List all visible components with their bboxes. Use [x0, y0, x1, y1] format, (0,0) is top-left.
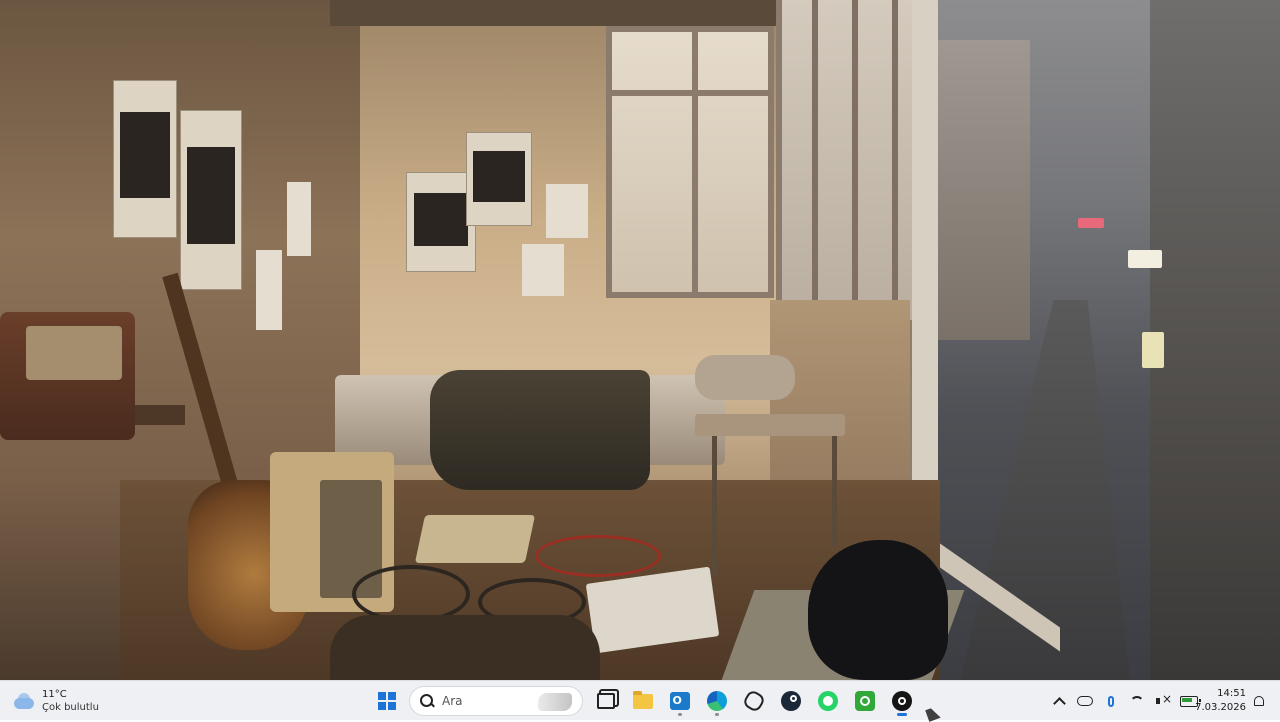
- onedrive-icon: [1077, 696, 1093, 706]
- wallpaper-table-leg: [832, 436, 837, 546]
- chatgpt-icon: [741, 688, 766, 714]
- wallpaper-note: [287, 182, 311, 256]
- weather-widget[interactable]: 11°C Çok bulutlu: [12, 685, 122, 717]
- wallpaper-building-right: [1150, 0, 1280, 680]
- microphone-icon: [1108, 695, 1114, 707]
- wallpaper-poster: [113, 80, 177, 238]
- active-indicator: [896, 713, 907, 716]
- weather-condition: Çok bulutlu: [42, 702, 99, 713]
- edge-icon: [706, 691, 727, 711]
- weather-text: 11°C Çok bulutlu: [42, 688, 99, 714]
- wallpaper-blanket: [430, 370, 650, 490]
- wallpaper-note: [546, 184, 588, 238]
- wallpaper-neon-sign: [1078, 218, 1104, 228]
- onedrive-button[interactable]: [1072, 686, 1098, 716]
- notifications-button[interactable]: [1250, 691, 1268, 711]
- wallpaper-cat: [808, 540, 948, 680]
- system-tray: [1046, 685, 1202, 717]
- wifi-icon: [1130, 696, 1144, 710]
- volume-button[interactable]: [1150, 686, 1176, 716]
- steam-button[interactable]: [775, 685, 807, 717]
- wallpaper-street-sign: [1128, 250, 1162, 268]
- weather-temperature: 11°C: [42, 689, 67, 700]
- wallpaper-effects-pedal: [414, 515, 536, 563]
- taskbar-center: Ara: [368, 685, 920, 717]
- windows-logo-icon: [377, 692, 396, 710]
- wallpaper-side-window: [776, 0, 932, 320]
- task-view-icon: [596, 693, 615, 709]
- wallpaper-building-left: [935, 40, 1030, 340]
- xbox-button[interactable]: [849, 685, 881, 717]
- start-button[interactable]: [371, 685, 403, 717]
- speaker-muted-icon: [1156, 692, 1172, 707]
- wallpaper-poster: [180, 110, 242, 290]
- wallpaper-poster: [466, 132, 532, 226]
- desktop-wallpaper: [0, 0, 1280, 680]
- obs-icon: [891, 691, 912, 711]
- wallpaper-ceiling: [330, 0, 800, 26]
- chevron-up-icon: [1052, 696, 1066, 710]
- search-placeholder: Ara: [442, 694, 463, 708]
- wallpaper-side-table: [695, 414, 845, 436]
- xbox-icon: [854, 691, 875, 711]
- whatsapp-button[interactable]: [812, 685, 844, 717]
- obs-button[interactable]: [886, 685, 918, 717]
- file-explorer-button[interactable]: [627, 685, 659, 717]
- wallpaper-bag: [330, 615, 600, 680]
- clock-button[interactable]: 14:51 7.03.2026: [1190, 686, 1246, 716]
- whatsapp-icon: [817, 691, 838, 711]
- clock-time: 14:51: [1217, 688, 1246, 699]
- wallpaper-note: [522, 244, 564, 296]
- wallpaper-window: [606, 26, 774, 298]
- bell-icon: [1254, 696, 1264, 706]
- taskbar: 11°C Çok bulutlu Ara O × 14:51 7.03.2026: [0, 680, 1280, 720]
- cloud-sun-icon: [12, 690, 36, 712]
- wallpaper-radio: [0, 312, 135, 440]
- folder-icon: [632, 690, 653, 709]
- search-icon: [420, 694, 435, 708]
- wallpaper-table-leg: [712, 436, 717, 576]
- chatgpt-button[interactable]: [738, 685, 770, 717]
- wallpaper-cable-red: [535, 535, 661, 577]
- taskbar-search[interactable]: Ara: [409, 686, 583, 716]
- edge-button[interactable]: [701, 685, 733, 717]
- outlook-icon: [669, 692, 690, 710]
- network-button[interactable]: [1124, 686, 1150, 716]
- wallpaper-note: [256, 250, 282, 330]
- search-highlight-image: [538, 693, 572, 711]
- running-indicator: [677, 713, 682, 716]
- show-hidden-icons-button[interactable]: [1046, 686, 1072, 716]
- task-view-button[interactable]: [590, 685, 622, 717]
- clock-date: 7.03.2026: [1195, 702, 1246, 713]
- microphone-button[interactable]: [1098, 686, 1124, 716]
- steam-icon: [780, 691, 801, 711]
- wallpaper-shop-sign: [1142, 332, 1164, 368]
- running-indicator: [714, 713, 719, 716]
- wallpaper-pillow: [695, 355, 795, 400]
- outlook-button[interactable]: [664, 685, 696, 717]
